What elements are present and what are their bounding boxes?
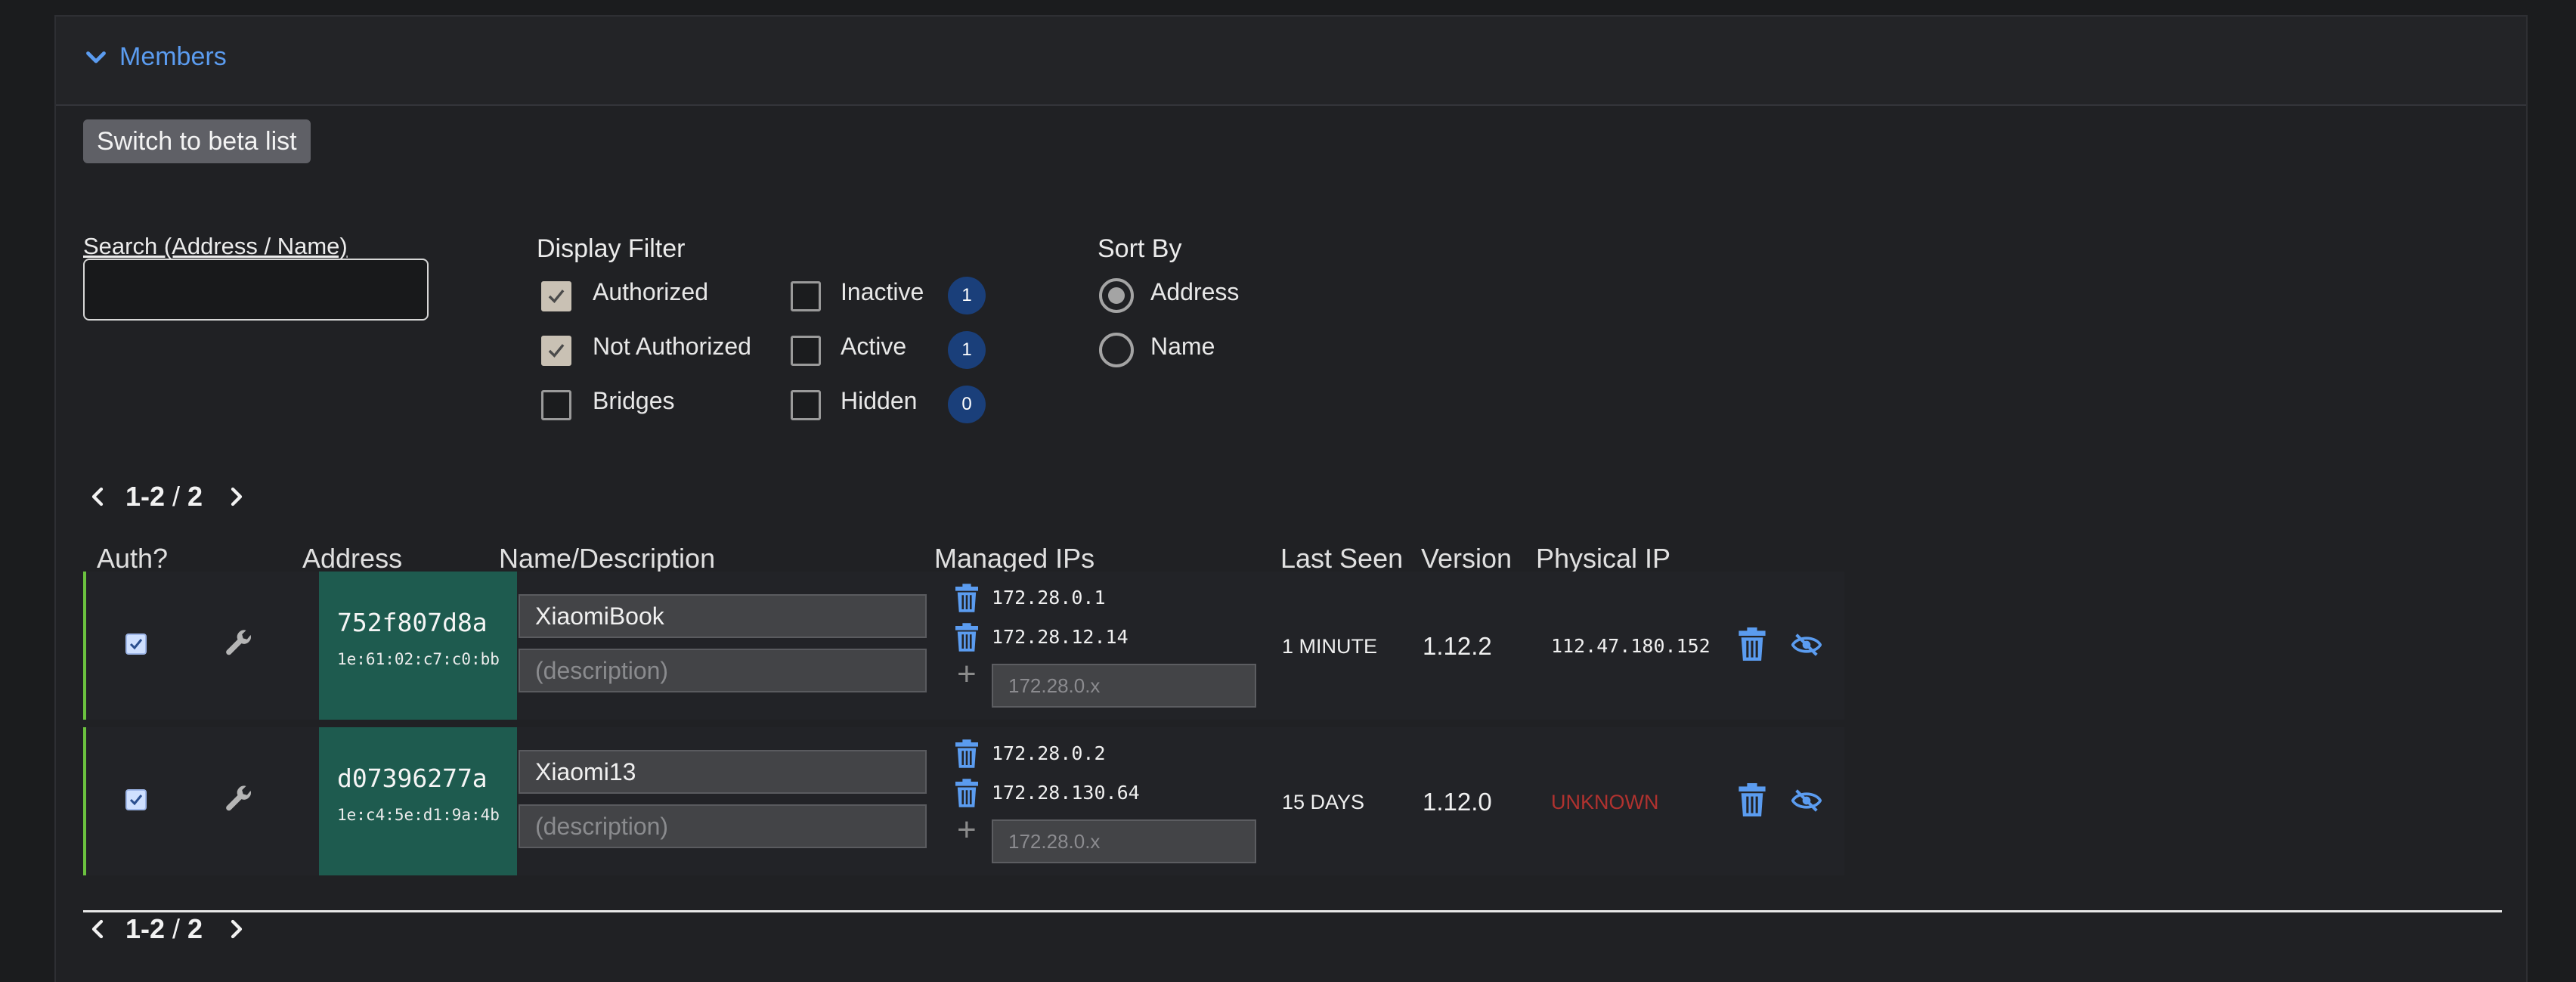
pager-separator: /	[165, 481, 188, 512]
pager-total: 2	[187, 913, 203, 944]
member-address-cell: 752f807d8a 1e:61:02:c7:c0:bb	[319, 572, 517, 720]
search-input[interactable]	[83, 259, 429, 321]
last-seen: 1 MINUTE	[1282, 635, 1378, 658]
chevron-down-icon[interactable]	[85, 45, 107, 68]
add-ip-input[interactable]: 172.28.0.x	[992, 819, 1256, 863]
pager-bottom: 1-2 / 2	[125, 913, 203, 945]
trash-icon[interactable]	[955, 623, 978, 652]
search-label: Search (Address / Name)	[83, 233, 348, 259]
column-version: Version	[1421, 543, 1512, 574]
not-authorized-checkbox[interactable]	[541, 336, 571, 366]
sort-name-radio[interactable]	[1099, 333, 1134, 367]
hidden-label: Hidden	[841, 387, 918, 414]
member-mac: 1e:61:02:c7:c0:bb	[337, 650, 500, 668]
hidden-count-badge: 0	[948, 386, 986, 423]
member-mac: 1e:c4:5e:d1:9a:4b	[337, 806, 500, 824]
wrench-icon[interactable]	[222, 782, 255, 815]
authorize-checkbox[interactable]	[125, 789, 147, 810]
members-header[interactable]: Members	[56, 17, 2526, 106]
member-description-input[interactable]: (description)	[519, 649, 927, 692]
member-name-input[interactable]: XiaomiBook	[519, 594, 927, 638]
pager-top: 1-2 / 2	[125, 481, 203, 513]
managed-ip: 172.28.0.1	[992, 587, 1106, 609]
checkmark-icon	[129, 795, 143, 806]
member-row: 752f807d8a 1e:61:02:c7:c0:bb XiaomiBook …	[83, 572, 1844, 720]
not-authorized-label: Not Authorized	[593, 333, 751, 360]
pager-range: 1-2	[125, 481, 166, 512]
member-version: 1.12.0	[1423, 788, 1492, 816]
managed-ip: 172.28.130.64	[992, 782, 1140, 804]
sort-address-label: Address	[1150, 278, 1240, 305]
checkmark-icon	[548, 290, 565, 304]
sort-by-title: Sort By	[1098, 234, 1182, 263]
hidden-checkbox[interactable]	[791, 390, 821, 420]
column-name: Name/Description	[499, 543, 716, 574]
authorize-checkbox[interactable]	[125, 633, 147, 655]
eye-slash-icon[interactable]	[1791, 633, 1822, 656]
managed-ip: 172.28.0.2	[992, 742, 1106, 764]
last-seen: 15 DAYS	[1282, 791, 1365, 813]
column-auth: Auth?	[97, 543, 169, 574]
chevron-right-icon[interactable]	[227, 918, 246, 940]
member-address: d07396277a	[337, 764, 488, 793]
checkmark-icon	[548, 344, 565, 358]
column-managed-ips: Managed IPs	[934, 543, 1095, 574]
bridges-checkbox[interactable]	[541, 390, 571, 420]
plus-icon[interactable]: +	[957, 813, 977, 847]
column-physical-ip: Physical IP	[1536, 543, 1671, 574]
display-filter-title: Display Filter	[537, 234, 686, 263]
member-address: 752f807d8a	[337, 608, 488, 637]
add-ip-input[interactable]: 172.28.0.x	[992, 664, 1256, 708]
active-count-badge: 1	[948, 331, 986, 369]
physical-ip: UNKNOWN	[1551, 791, 1659, 813]
chevron-left-icon[interactable]	[88, 918, 107, 940]
chevron-left-icon[interactable]	[88, 485, 107, 508]
authorized-label: Authorized	[593, 278, 708, 305]
active-checkbox[interactable]	[791, 336, 821, 366]
trash-icon[interactable]	[1738, 783, 1766, 816]
pager-range: 1-2	[125, 913, 166, 944]
physical-ip: 112.47.180.152	[1551, 635, 1711, 657]
members-title[interactable]: Members	[119, 42, 227, 72]
member-row: d07396277a 1e:c4:5e:d1:9a:4b Xiaomi13 (d…	[83, 727, 1844, 875]
active-label: Active	[841, 333, 907, 360]
managed-ip: 172.28.12.14	[992, 626, 1129, 648]
member-version: 1.12.2	[1423, 632, 1492, 660]
member-address-cell: d07396277a 1e:c4:5e:d1:9a:4b	[319, 727, 517, 875]
checkmark-icon	[129, 639, 143, 650]
member-description-input[interactable]: (description)	[519, 804, 927, 848]
sort-name-label: Name	[1150, 333, 1215, 360]
sort-address-radio[interactable]	[1099, 278, 1134, 313]
member-name-input[interactable]: Xiaomi13	[519, 750, 927, 794]
column-last-seen: Last Seen	[1280, 543, 1404, 574]
eye-slash-icon[interactable]	[1791, 789, 1822, 812]
wrench-icon[interactable]	[222, 626, 255, 659]
inactive-label: Inactive	[841, 278, 924, 305]
authorized-checkbox[interactable]	[541, 281, 571, 311]
trash-icon[interactable]	[955, 584, 978, 612]
trash-icon[interactable]	[1738, 627, 1766, 661]
chevron-right-icon[interactable]	[227, 485, 246, 508]
table-divider	[83, 910, 2502, 912]
pager-total: 2	[187, 481, 203, 512]
pager-separator: /	[165, 913, 188, 944]
column-address: Address	[302, 543, 403, 574]
inactive-count-badge: 1	[948, 277, 986, 314]
switch-beta-list-button[interactable]: Switch to beta list	[83, 119, 311, 163]
trash-icon[interactable]	[955, 779, 978, 807]
bridges-label: Bridges	[593, 387, 675, 414]
plus-icon[interactable]: +	[957, 658, 977, 691]
trash-icon[interactable]	[955, 739, 978, 768]
inactive-checkbox[interactable]	[791, 281, 821, 311]
members-panel: Members Switch to beta list Search (Addr…	[54, 15, 2528, 982]
